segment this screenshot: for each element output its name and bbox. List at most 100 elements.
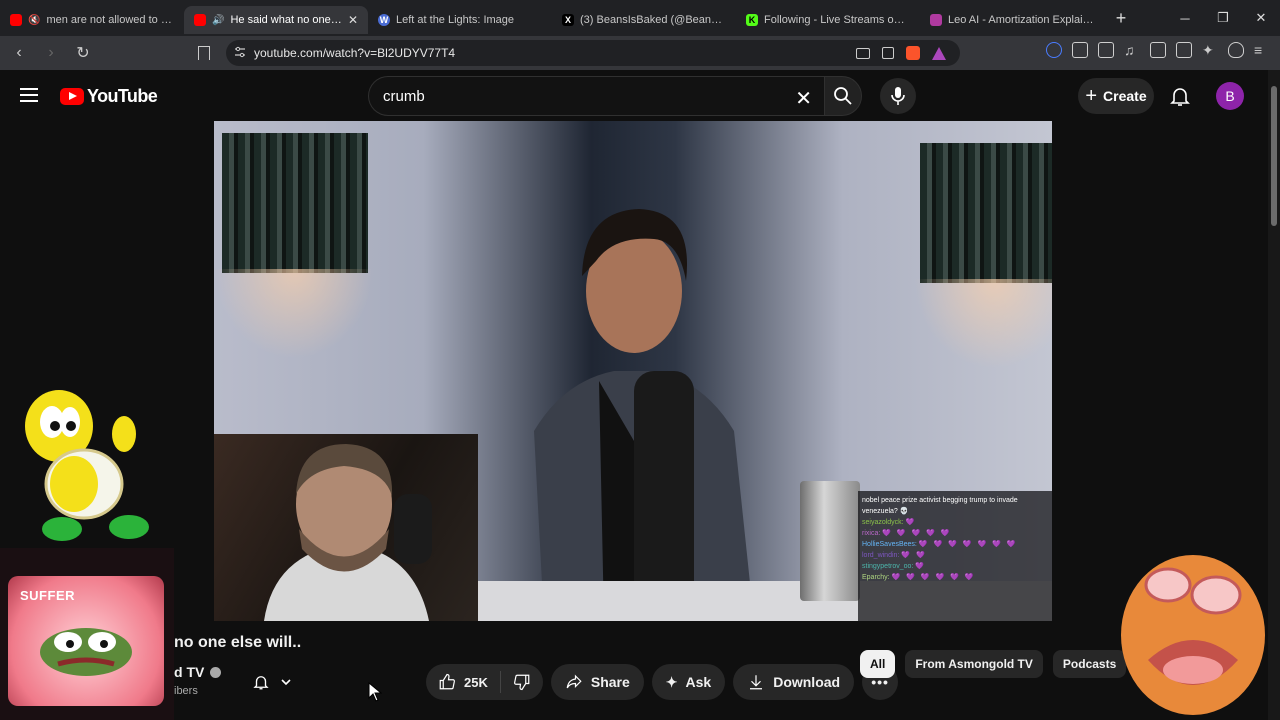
- chat-emotes: 💜: [915, 563, 927, 570]
- chat-message: rixica: 💜 💜 💜 💜 💜: [862, 528, 1048, 539]
- bookmark-icon[interactable]: [198, 46, 210, 60]
- chat-user: Eparchy:: [862, 574, 890, 581]
- browser-tab-strip: 🔇 men are not allowed to com 🔊 He said w…: [0, 0, 1280, 36]
- video-title: no one else will..: [174, 634, 302, 651]
- browser-tab[interactable]: Leo AI - Amortization Explained: [920, 6, 1104, 34]
- ask-label: Ask: [685, 674, 712, 690]
- suffer-meme-overlay: SUFFER: [0, 548, 174, 720]
- chat-emotes: 💜 💜 💜 💜 💜 💜: [891, 574, 976, 581]
- tab-title: Left at the Lights: Image: [396, 14, 515, 26]
- share-button[interactable]: Share: [550, 664, 644, 700]
- chat-message: nobel peace prize activist begging trump…: [862, 495, 1048, 517]
- url-text: youtube.com/watch?v=Bl2UDYV77T4: [254, 46, 456, 60]
- avatar[interactable]: B: [1216, 82, 1244, 110]
- voice-search-button[interactable]: [880, 78, 916, 114]
- x-icon: X: [562, 14, 574, 26]
- search-input[interactable]: crumb ✕: [368, 76, 824, 116]
- brave-rewards-icon[interactable]: [932, 46, 946, 60]
- url-field[interactable]: youtube.com/watch?v=Bl2UDYV77T4: [226, 40, 960, 66]
- tab-title: He said what no one else: [230, 14, 342, 26]
- chat-message: stingypetrov_oo: 💜: [862, 561, 1048, 572]
- channel-label: d TV: [174, 664, 205, 680]
- wallet-icon[interactable]: [1176, 42, 1192, 58]
- subscription-bell-button[interactable]: [252, 670, 308, 694]
- youtube-icon: [10, 14, 22, 26]
- streamer-figure: [264, 444, 432, 621]
- chat-user: stingypetrov_oo:: [862, 563, 914, 570]
- wordpress-icon: W: [378, 14, 390, 26]
- kick-icon: K: [746, 14, 758, 26]
- browser-tab[interactable]: W Left at the Lights: Image: [368, 6, 552, 34]
- chat-user: seiyazoldyck:: [862, 519, 904, 526]
- scrollbar-thumb[interactable]: [1271, 86, 1277, 226]
- subscriber-count: ibers: [174, 685, 198, 697]
- share-icon[interactable]: [882, 47, 894, 59]
- metal-cup: [800, 481, 860, 601]
- sidebar-icon[interactable]: [1150, 42, 1166, 58]
- browser-tab[interactable]: 🔇 men are not allowed to com: [0, 6, 184, 34]
- tab-title: (3) BeansIsBaked (@Beans_Is_Ba: [580, 14, 726, 26]
- clear-search-icon[interactable]: ✕: [795, 86, 812, 111]
- lamp-glow: [214, 269, 374, 359]
- extensions-area: ♫ ✦ ≡: [1046, 42, 1270, 58]
- related-filter-chips: All From Asmongold TV Podcasts: [860, 650, 1127, 678]
- restore-icon[interactable]: ❐: [1204, 0, 1242, 36]
- chip-from-channel[interactable]: From Asmongold TV: [905, 650, 1043, 678]
- download-icon: [750, 675, 763, 690]
- pepe-frog-icon: [40, 628, 132, 676]
- video-player[interactable]: nobel peace prize activist begging trump…: [214, 121, 1052, 621]
- new-tab-button[interactable]: +: [1108, 5, 1134, 31]
- ask-button[interactable]: ✦ Ask: [651, 664, 726, 700]
- video-actions: 25K Share ✦ Ask Download •••: [426, 664, 899, 700]
- extensions-icon[interactable]: [1072, 42, 1088, 58]
- sparkle-icon: ✦: [665, 673, 678, 690]
- chat-emotes: 💜 💜 💜 💜 💜: [882, 530, 952, 537]
- minimize-icon[interactable]: ─: [1166, 0, 1204, 36]
- dislike-button[interactable]: [501, 673, 543, 691]
- vpn-icon[interactable]: [1046, 42, 1062, 58]
- chip-all[interactable]: All: [860, 650, 896, 678]
- brave-shields-icon[interactable]: [906, 46, 920, 60]
- hamburger-menu-icon[interactable]: [20, 88, 38, 102]
- streamer-webcam-overlay: [214, 434, 478, 621]
- download-button[interactable]: Download: [733, 664, 855, 700]
- browser-tab[interactable]: X (3) BeansIsBaked (@Beans_Is_Ba: [552, 6, 736, 34]
- site-settings-icon[interactable]: [234, 46, 246, 58]
- chat-message: Eparchy: 💜 💜 💜 💜 💜 💜: [862, 572, 1048, 583]
- reload-icon[interactable]: ↻: [70, 40, 96, 66]
- forward-icon[interactable]: ›: [38, 40, 64, 66]
- koopa-troopa-overlay: [25, 390, 149, 541]
- youtube-logo[interactable]: YouTube: [60, 86, 158, 107]
- back-icon[interactable]: ‹: [6, 40, 32, 66]
- create-label: Create: [1103, 88, 1147, 104]
- youtube-play-icon: [60, 88, 84, 105]
- like-count: 25K: [464, 674, 488, 690]
- browser-tab[interactable]: K Following - Live Streams on Kick: [736, 6, 920, 34]
- search-value: crumb: [383, 87, 425, 105]
- close-window-icon[interactable]: ✕: [1242, 0, 1280, 36]
- media-icon[interactable]: ♫: [1124, 42, 1140, 58]
- create-button[interactable]: + Create: [1078, 78, 1154, 114]
- chat-text: nobel peace prize activist begging trump…: [862, 497, 1018, 515]
- leo-ai-icon[interactable]: ✦: [1202, 42, 1218, 58]
- vpn-shield-icon[interactable]: [1228, 42, 1244, 58]
- plus-icon: +: [1085, 84, 1098, 107]
- cast-icon[interactable]: [856, 47, 870, 59]
- window-controls: ─ ❐ ✕: [1166, 0, 1280, 36]
- screenshot-icon[interactable]: [1098, 42, 1114, 58]
- chevron-down-icon: [281, 679, 291, 686]
- tab-title: Leo AI - Amortization Explained: [948, 14, 1094, 26]
- browser-tab-active[interactable]: 🔊 He said what no one else ✕: [184, 6, 368, 34]
- channel-name[interactable]: d TV: [174, 664, 222, 680]
- like-button[interactable]: 25K: [426, 671, 501, 693]
- chat-user: lord_windin:: [862, 552, 900, 559]
- wall-lamp-right: [920, 143, 1052, 283]
- audio-icon: 🔊: [212, 14, 225, 26]
- menu-icon[interactable]: ≡: [1254, 42, 1270, 58]
- close-tab-icon[interactable]: ✕: [348, 13, 358, 27]
- notifications-bell-icon[interactable]: [1168, 84, 1192, 108]
- logo-text: YouTube: [87, 86, 158, 106]
- chat-emotes: 💜 💜 💜 💜 💜 💜 💜: [918, 541, 1018, 548]
- search-button[interactable]: [824, 76, 862, 116]
- address-toolbar: ‹ › ↻ youtube.com/watch?v=Bl2UDYV77T4 ♫ …: [0, 36, 1280, 70]
